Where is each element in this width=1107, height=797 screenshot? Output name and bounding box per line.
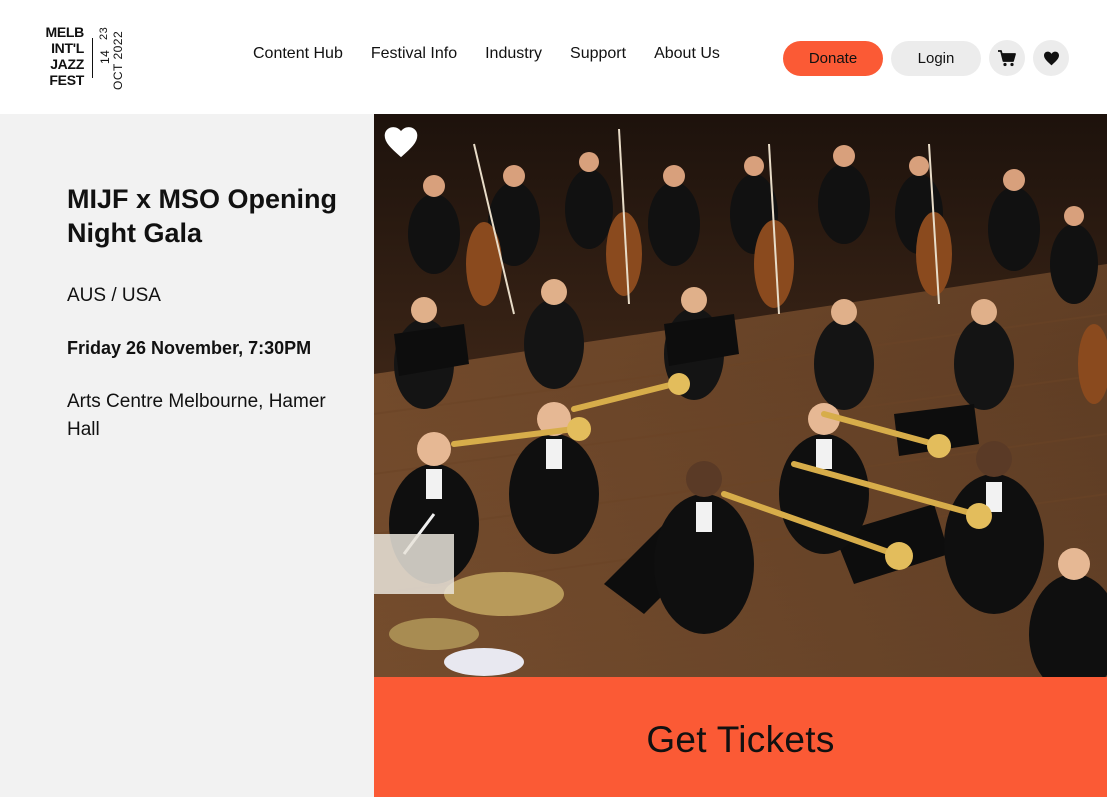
event-title: MIJF x MSO Opening Night Gala [67, 184, 338, 248]
orchestra-photo [374, 114, 1107, 677]
logo-word: MELB [45, 24, 85, 40]
logo-wordmark: MELB INT'L JAZZ FEST [36, 24, 85, 88]
event-venue: Arts Centre Melbourne, Hamer Hall [67, 391, 326, 440]
logo-date-end: 23 [98, 26, 110, 40]
logo-dates: 14 23 OCT 2022 [98, 24, 125, 90]
get-tickets-label: Get Tickets [646, 719, 835, 760]
logo-word: INT'L [51, 40, 84, 56]
logo-month-year: OCT 2022 [111, 30, 125, 90]
nav-item-industry[interactable]: Industry [485, 45, 542, 63]
cart-button[interactable] [989, 40, 1025, 76]
logo-word: FEST [49, 72, 84, 88]
header-actions: Donate Login [783, 40, 1069, 76]
festival-logo[interactable]: MELB INT'L JAZZ FEST 14 23 OCT 2022 [36, 24, 125, 92]
get-tickets-button[interactable]: Get Tickets [374, 677, 1107, 797]
nav-item-content-hub[interactable]: Content Hub [253, 45, 343, 63]
donate-button[interactable]: Donate [783, 40, 883, 76]
event-date: Friday 26 November, 7:30PM [67, 338, 312, 358]
favourites-button[interactable] [1033, 40, 1069, 76]
logo-word: JAZZ [50, 56, 84, 72]
login-button[interactable]: Login [891, 40, 981, 76]
site-header: MELB INT'L JAZZ FEST 14 23 OCT 2022 Cont… [0, 0, 1107, 114]
logo-date-start: 14 [98, 49, 112, 64]
event-hero-image [374, 114, 1107, 677]
hero-favourite-heart-icon[interactable] [384, 126, 418, 158]
main-nav: Content Hub Festival Info Industry Suppo… [253, 45, 720, 63]
event-country: AUS / USA [67, 285, 161, 306]
nav-item-about-us[interactable]: About Us [654, 45, 720, 63]
nav-item-support[interactable]: Support [570, 45, 626, 63]
logo-divider [92, 38, 93, 78]
cart-icon [998, 50, 1016, 67]
heart-icon [1043, 51, 1059, 65]
nav-item-festival-info[interactable]: Festival Info [371, 45, 457, 63]
